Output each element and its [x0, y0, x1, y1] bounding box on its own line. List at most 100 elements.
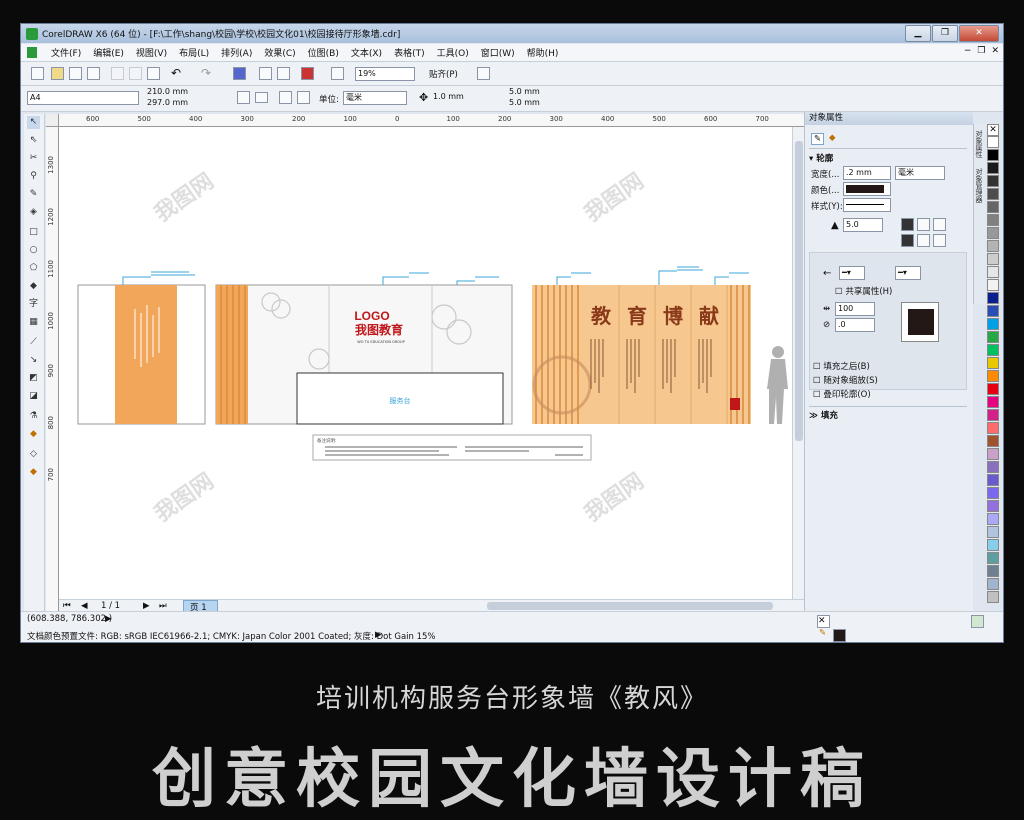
palette-swatch[interactable]	[987, 565, 999, 577]
text-tool-icon[interactable]: 字	[27, 298, 40, 311]
no-color-swatch[interactable]: ✕	[987, 124, 999, 136]
eyedropper-tool-icon[interactable]: ⚗	[27, 410, 40, 423]
palette-swatch[interactable]	[987, 331, 999, 343]
palette-swatch[interactable]	[987, 188, 999, 200]
nudge-field[interactable]: 1.0 mm	[431, 91, 483, 105]
current-page-icon[interactable]	[297, 91, 310, 104]
rectangle-tool-icon[interactable]: □	[27, 226, 40, 239]
angle-field[interactable]: .0	[835, 318, 875, 332]
landscape-icon[interactable]	[255, 92, 268, 103]
import-icon[interactable]	[259, 67, 272, 80]
cap-square-icon[interactable]	[933, 234, 946, 247]
fill-after-checkbox[interactable]: ☐ 填充之后(B)	[813, 360, 870, 372]
interactive-fill-icon[interactable]: ◆	[27, 466, 40, 479]
freehand-tool-icon[interactable]: ✎	[27, 188, 40, 201]
outline-tab-icon[interactable]: ✎	[811, 133, 825, 145]
palette-swatch[interactable]	[987, 175, 999, 187]
dimension-tool-icon[interactable]: ⟋	[27, 336, 40, 349]
fill-section-header[interactable]: ≫ 填充	[809, 406, 967, 421]
doc-minimize-icon[interactable]: −	[964, 46, 972, 56]
color-settings-icon[interactable]	[971, 615, 984, 628]
palette-swatch[interactable]	[987, 305, 999, 317]
palette-swatch[interactable]	[987, 591, 999, 603]
palette-swatch[interactable]	[987, 370, 999, 382]
start-arrow-select[interactable]: ━▾	[839, 266, 865, 280]
menu-item-0[interactable]: 文件(F)	[45, 46, 87, 59]
pick-tool-icon[interactable]: ↖	[27, 116, 40, 129]
smart-fill-icon[interactable]: ◈	[27, 206, 40, 219]
palette-swatch[interactable]	[987, 409, 999, 421]
doc-close-icon[interactable]: ✕	[991, 46, 999, 56]
notes-box[interactable]	[312, 434, 592, 461]
palette-swatch[interactable]	[987, 422, 999, 434]
palette-swatch[interactable]	[987, 240, 999, 252]
open-icon[interactable]	[51, 67, 64, 80]
outline-section-header[interactable]: ▾ 轮廓	[809, 152, 967, 164]
page-size-select[interactable]: A4	[27, 91, 139, 105]
polygon-tool-icon[interactable]: ⬠	[27, 262, 40, 275]
palette-swatch[interactable]	[987, 318, 999, 330]
palette-swatch[interactable]	[987, 513, 999, 525]
new-icon[interactable]	[31, 67, 44, 80]
menu-item-6[interactable]: 位图(B)	[302, 46, 345, 59]
save-icon[interactable]	[69, 67, 82, 80]
fill-none-swatch[interactable]: ✕	[817, 615, 830, 628]
maximize-button[interactable]: ❐	[932, 25, 958, 42]
first-page-icon[interactable]: ⏮	[63, 601, 71, 611]
menu-item-10[interactable]: 窗口(W)	[475, 46, 521, 59]
menu-item-5[interactable]: 效果(C)	[258, 46, 301, 59]
miter-limit-field[interactable]: 5.0	[843, 218, 883, 232]
menu-item-3[interactable]: 布局(L)	[173, 46, 215, 59]
connector-tool-icon[interactable]: ↘	[27, 354, 40, 367]
palette-swatch[interactable]	[987, 396, 999, 408]
basic-shapes-icon[interactable]: ◆	[27, 280, 40, 293]
palette-swatch[interactable]	[987, 526, 999, 538]
paste-icon[interactable]	[147, 67, 160, 80]
palette-swatch[interactable]	[987, 500, 999, 512]
menu-item-1[interactable]: 编辑(E)	[87, 46, 130, 59]
ruler-origin[interactable]	[46, 114, 59, 127]
cap-butt-icon[interactable]	[901, 234, 914, 247]
portrait-icon[interactable]	[237, 91, 250, 104]
drawing-canvas[interactable]: LOGO 我图教育 WO TU EDUCATION GROUP 服务台 教 育 …	[59, 127, 805, 603]
prev-page-icon[interactable]: ◀	[81, 601, 88, 611]
palette-swatch[interactable]	[987, 344, 999, 356]
palette-swatch[interactable]	[987, 474, 999, 486]
palette-swatch[interactable]	[987, 201, 999, 213]
side-tab-properties[interactable]: 对象属性	[974, 124, 984, 158]
ellipse-tool-icon[interactable]: ○	[27, 244, 40, 257]
palette-swatch[interactable]	[987, 357, 999, 369]
side-tab-manager[interactable]: 对象管理器	[974, 158, 984, 203]
export-icon[interactable]	[277, 67, 290, 80]
palette-swatch[interactable]	[987, 266, 999, 278]
search-content-icon[interactable]	[233, 67, 246, 80]
coords-arrow-icon[interactable]: ▶	[105, 614, 112, 624]
palette-swatch[interactable]	[987, 149, 999, 161]
menu-item-4[interactable]: 排列(A)	[215, 46, 258, 59]
outline-width-select[interactable]: .2 mm	[843, 166, 891, 180]
all-pages-icon[interactable]	[279, 91, 292, 104]
scale-with-checkbox[interactable]: ☐ 随对象缩放(S)	[813, 374, 878, 386]
close-button[interactable]: ✕	[959, 25, 999, 42]
palette-swatch[interactable]	[987, 292, 999, 304]
shape-tool-icon[interactable]: ⇖	[27, 134, 40, 147]
doc-restore-icon[interactable]: ❐	[977, 46, 985, 56]
palette-swatch[interactable]	[987, 162, 999, 174]
vertical-scroll-thumb[interactable]	[795, 141, 803, 441]
page-height-field[interactable]: 297.0 mm	[145, 97, 207, 111]
menu-item-7[interactable]: 文本(X)	[345, 46, 388, 59]
outline-color-swatch[interactable]	[833, 629, 846, 642]
cut-icon[interactable]	[111, 67, 124, 80]
end-arrow-select[interactable]: ━▾	[895, 266, 921, 280]
minimize-button[interactable]: ▁	[905, 25, 931, 42]
palette-swatch[interactable]	[987, 136, 999, 148]
zoom-tool-icon[interactable]: ⚲	[27, 170, 40, 183]
corner-round-icon[interactable]	[917, 218, 930, 231]
palette-swatch[interactable]	[987, 253, 999, 265]
share-attr-checkbox[interactable]: ☐ 共享属性(H)	[835, 285, 892, 297]
table-tool-icon[interactable]: ▦	[27, 316, 40, 329]
publish-pdf-icon[interactable]	[301, 67, 314, 80]
palette-swatch[interactable]	[987, 539, 999, 551]
outline-color-picker[interactable]	[843, 182, 891, 196]
zoom-select[interactable]: 19%	[355, 67, 415, 81]
